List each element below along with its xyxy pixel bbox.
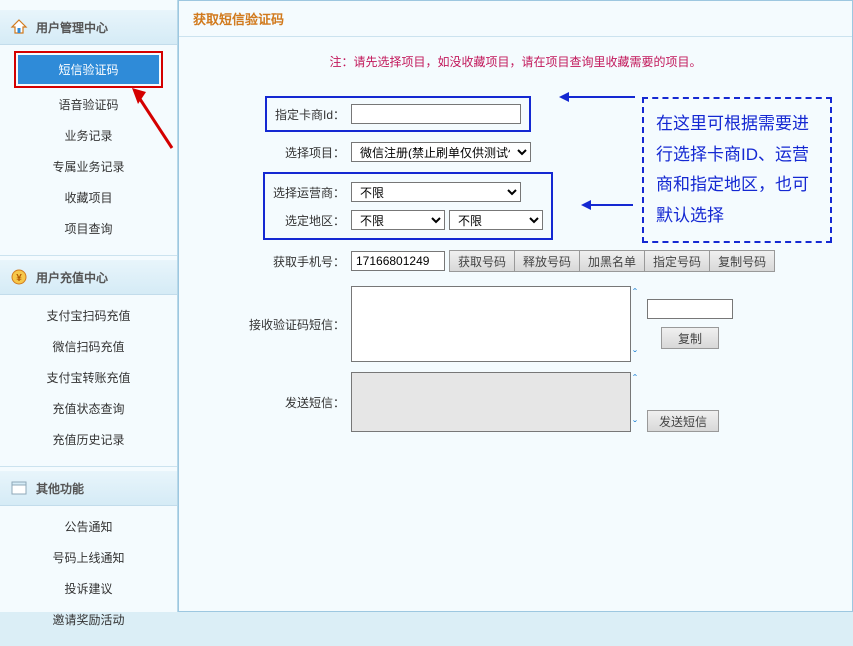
card-id-input[interactable]	[351, 104, 521, 124]
label-recv-sms: 接收验证码短信：	[201, 316, 351, 333]
sidebar-section-recharge: ¥ 用户充值中心	[0, 260, 177, 295]
main-panel: 获取短信验证码 注：请先选择项目，如没收藏项目，请在项目查询里收藏需要的项目。 …	[178, 0, 853, 612]
carrier-select[interactable]: 不限	[351, 182, 521, 202]
project-select[interactable]: 微信注册(禁止刷单仅供测试使	[351, 142, 531, 162]
annotation-box: 在这里可根据需要进行选择卡商ID、运营商和指定地区，也可默认选择	[642, 97, 832, 243]
sidebar-section-title: 用户管理中心	[36, 19, 108, 36]
sidebar-item-favorites[interactable]: 收藏项目	[16, 183, 161, 212]
copy-button[interactable]: 复制	[661, 327, 719, 349]
sidebar-section-other: 其他功能	[0, 471, 177, 506]
recv-sms-textarea[interactable]	[351, 286, 631, 362]
sidebar-item-recharge-history[interactable]: 充值历史记录	[16, 425, 161, 454]
coin-icon: ¥	[10, 268, 28, 286]
region1-select[interactable]: 不限	[351, 210, 445, 230]
note-text: 注：请先选择项目，如没收藏项目，请在项目查询里收藏需要的项目。	[201, 53, 830, 70]
panel-icon	[10, 479, 28, 497]
label-get-phone: 获取手机号：	[201, 253, 351, 270]
sidebar-item-complaint[interactable]: 投诉建议	[16, 574, 161, 603]
sidebar-item-alipay-transfer[interactable]: 支付宝转账充值	[16, 363, 161, 392]
sidebar-item-wechat-scan[interactable]: 微信扫码充值	[16, 332, 161, 361]
label-carrier: 选择运营商：	[273, 184, 351, 201]
chevron-down-icon[interactable]: ˇ	[633, 348, 637, 362]
label-region: 选定地区：	[273, 212, 351, 229]
chevron-down-icon[interactable]: ˇ	[633, 418, 637, 432]
sidebar-item-project-query[interactable]: 项目查询	[16, 214, 161, 243]
sidebar-items-recharge: 支付宝扫码充值 微信扫码充值 支付宝转账充值 充值状态查询 充值历史记录	[0, 295, 177, 466]
page-title: 获取短信验证码	[179, 1, 852, 37]
get-number-button[interactable]: 获取号码	[449, 250, 515, 272]
copy-number-button[interactable]: 复制号码	[710, 250, 775, 272]
sidebar-items-other: 公告通知 号码上线通知 投诉建议 邀请奖励活动	[0, 506, 177, 646]
send-sms-button[interactable]: 发送短信	[647, 410, 719, 432]
sidebar-item-number-online[interactable]: 号码上线通知	[16, 543, 161, 572]
label-send-sms: 发送短信：	[201, 394, 351, 411]
sidebar-item-biz-record[interactable]: 业务记录	[16, 121, 161, 150]
specify-number-button[interactable]: 指定号码	[645, 250, 710, 272]
scroll-indicator[interactable]: ˆ ˇ	[633, 286, 637, 362]
blacklist-button[interactable]: 加黑名单	[580, 250, 645, 272]
sidebar: 用户管理中心 短信验证码 语音验证码 业务记录 专属业务记录 收藏项目 项目查询…	[0, 0, 178, 612]
label-project: 选择项目：	[201, 144, 351, 161]
sidebar-item-recharge-status[interactable]: 充值状态查询	[16, 394, 161, 423]
sidebar-item-announcement[interactable]: 公告通知	[16, 512, 161, 541]
sidebar-items-user-mgmt: 短信验证码 语音验证码 业务记录 专属业务记录 收藏项目 项目查询	[0, 45, 177, 255]
svg-text:¥: ¥	[16, 273, 22, 284]
house-icon	[10, 18, 28, 36]
sidebar-section-user-mgmt: 用户管理中心	[0, 10, 177, 45]
release-number-button[interactable]: 释放号码	[515, 250, 580, 272]
phone-input[interactable]	[351, 251, 445, 271]
content-area: 注：请先选择项目，如没收藏项目，请在项目查询里收藏需要的项目。 指定卡商Id： …	[179, 37, 852, 452]
sidebar-item-sms-code[interactable]: 短信验证码	[14, 51, 163, 88]
region2-select[interactable]: 不限	[449, 210, 543, 230]
copy-text-input[interactable]	[647, 299, 733, 319]
sidebar-item-exclusive-record[interactable]: 专属业务记录	[16, 152, 161, 181]
scroll-indicator[interactable]: ˆ ˇ	[633, 372, 637, 432]
sidebar-item-invite-reward[interactable]: 邀请奖励活动	[16, 605, 161, 634]
sidebar-item-alipay-scan[interactable]: 支付宝扫码充值	[16, 301, 161, 330]
label-card-id: 指定卡商Id：	[275, 106, 351, 123]
sidebar-section-title: 用户充值中心	[36, 269, 108, 286]
sidebar-item-sms-code-inner[interactable]: 短信验证码	[18, 55, 159, 84]
send-sms-textarea[interactable]	[351, 372, 631, 432]
sidebar-item-voice-code[interactable]: 语音验证码	[16, 90, 161, 119]
chevron-up-icon[interactable]: ˆ	[633, 372, 637, 386]
chevron-up-icon[interactable]: ˆ	[633, 286, 637, 300]
sidebar-section-title: 其他功能	[36, 480, 84, 497]
